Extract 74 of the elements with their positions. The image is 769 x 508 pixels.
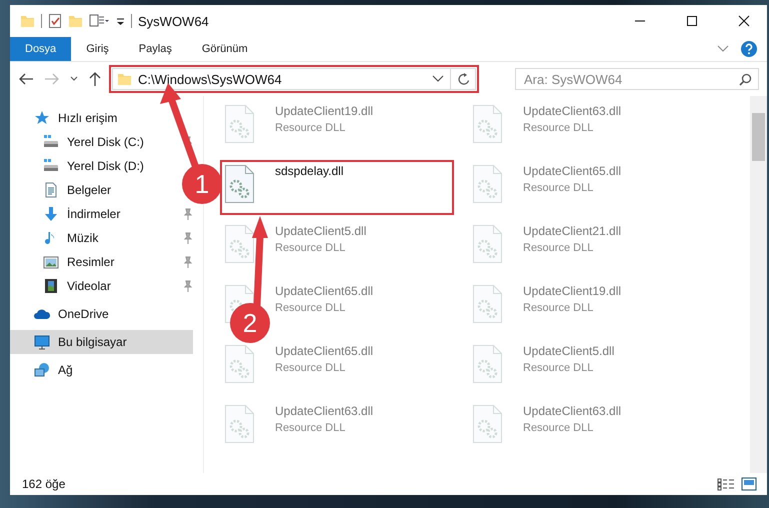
- file-name[interactable]: UpdateClient65.dll: [275, 344, 374, 358]
- up-arrow-icon[interactable]: [88, 71, 102, 87]
- sidebar-item[interactable]: Yerel Disk (D:): [10, 154, 150, 178]
- file-name[interactable]: UpdateClient65.dll: [275, 284, 374, 298]
- folder-icon: [117, 71, 132, 87]
- file-type: Resource DLL: [523, 362, 594, 374]
- address-bar[interactable]: C:\Windows\SysWOW64: [112, 68, 476, 90]
- file-type: Resource DLL: [275, 122, 346, 134]
- chevron-down-icon[interactable]: [432, 75, 444, 83]
- file-type: Resource DLL: [275, 362, 346, 374]
- file-type: Resource DLL: [523, 242, 594, 254]
- window-title: SysWOW64: [138, 14, 209, 28]
- pin-icon[interactable]: [183, 256, 193, 268]
- help-icon[interactable]: [741, 41, 757, 57]
- chevron-down-icon[interactable]: [70, 76, 78, 82]
- properties-icon[interactable]: [89, 13, 109, 29]
- sidebar-item[interactable]: Ağ: [10, 358, 79, 382]
- scrollbar-thumb[interactable]: [752, 113, 765, 161]
- sidebar-item[interactable]: Hızlı erişim: [10, 106, 124, 130]
- item-count: 162 öğe: [22, 477, 66, 491]
- file-name[interactable]: UpdateClient21.dll: [523, 224, 622, 238]
- drive-icon: [43, 158, 59, 174]
- picture-icon: [43, 254, 59, 270]
- network-icon: [34, 362, 50, 378]
- drive-icon: [43, 134, 59, 150]
- sidebar-item[interactable]: Yerel Disk (C:): [10, 130, 150, 154]
- document-icon: [43, 182, 59, 198]
- ribbon-tab[interactable]: Dosya: [10, 37, 72, 61]
- file-type: Resource DLL: [523, 422, 594, 434]
- sidebar-item[interactable]: İndirmeler: [10, 202, 126, 226]
- ribbon-tab[interactable]: Paylaş: [124, 37, 187, 61]
- file-name[interactable]: UpdateClient19.dll: [523, 284, 622, 298]
- file-type: Resource DLL: [523, 182, 594, 194]
- file-name[interactable]: UpdateClient65.dll: [523, 164, 622, 178]
- file-type: Resource DLL: [275, 302, 346, 314]
- step-badge: 2: [230, 303, 270, 343]
- ribbon-tab[interactable]: Giriş: [71, 37, 124, 61]
- sidebar-item[interactable]: Bu bilgisayar: [10, 330, 193, 354]
- file-name[interactable]: UpdateClient5.dll: [275, 224, 366, 238]
- back-arrow-icon[interactable]: [18, 72, 34, 86]
- star-icon: [34, 110, 50, 126]
- scrollbar[interactable]: [750, 96, 767, 473]
- sidebar-item[interactable]: Belgeler: [10, 178, 118, 202]
- refresh-icon[interactable]: [457, 72, 471, 86]
- file-type: Resource DLL: [523, 302, 594, 314]
- film-icon: [43, 278, 59, 294]
- checklist-icon[interactable]: [48, 13, 62, 29]
- file-name[interactable]: UpdateClient5.dll: [523, 344, 614, 358]
- file-name[interactable]: UpdateClient19.dll: [275, 104, 374, 118]
- file-type: Resource DLL: [275, 422, 346, 434]
- ribbon-tab[interactable]: Görünüm: [186, 37, 263, 61]
- sidebar-item[interactable]: Müzik: [10, 226, 104, 250]
- file-name[interactable]: UpdateClient63.dll: [523, 404, 622, 418]
- address-path: C:\Windows\SysWOW64: [138, 72, 282, 86]
- details-view-icon[interactable]: [717, 477, 735, 491]
- pin-icon[interactable]: [183, 232, 193, 244]
- file-type: Resource DLL: [275, 242, 346, 254]
- file-name[interactable]: sdspdelay.dll: [275, 164, 344, 178]
- forward-arrow-icon[interactable]: [44, 72, 60, 86]
- gear-file-icon[interactable]: [224, 164, 255, 204]
- pin-icon[interactable]: [183, 208, 193, 220]
- sidebar-item[interactable]: Videolar: [10, 274, 117, 298]
- monitor-icon: [34, 334, 50, 350]
- search-icon[interactable]: [739, 72, 752, 86]
- file-name[interactable]: UpdateClient63.dll: [275, 404, 374, 418]
- down-arrow-icon: [43, 206, 59, 222]
- sidebar-item[interactable]: Resimler: [10, 250, 120, 274]
- large-icons-view-icon[interactable]: [741, 477, 757, 491]
- file-name[interactable]: UpdateClient63.dll: [523, 104, 622, 118]
- step-badge: 1: [182, 164, 222, 204]
- search-field[interactable]: Ara: SysWOW64: [515, 68, 759, 90]
- file-type: Resource DLL: [523, 122, 594, 134]
- pin-icon[interactable]: [183, 280, 193, 292]
- sidebar-item[interactable]: OneDrive: [10, 302, 115, 326]
